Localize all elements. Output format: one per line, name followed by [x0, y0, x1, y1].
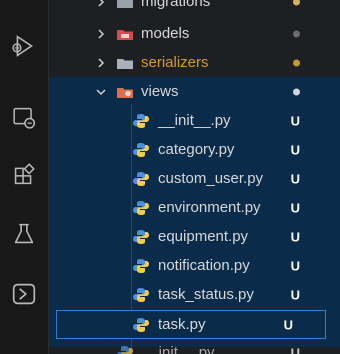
file-label: __init__.py — [158, 112, 231, 129]
tree-row-models[interactable]: models — [49, 19, 340, 48]
python-file-icon — [132, 316, 150, 334]
python-file-icon — [132, 170, 150, 188]
extensions-icon[interactable] — [0, 150, 48, 198]
git-status-badge: U — [290, 200, 300, 215]
folder-icon — [116, 56, 134, 70]
python-file-icon — [132, 286, 150, 304]
file-row-task-status[interactable]: task_status.py U — [49, 280, 340, 309]
git-status-badge: U — [290, 171, 300, 186]
file-label: task_status.py — [158, 286, 254, 303]
tree-row-serializers[interactable]: serializers — [49, 48, 340, 77]
git-status-badge: U — [290, 287, 300, 302]
git-status-badge: U — [290, 345, 300, 354]
file-row-environment[interactable]: environment.py U — [49, 193, 340, 222]
file-label: category.py — [158, 141, 235, 158]
views-folder-icon — [116, 85, 134, 99]
folder-label: migrations — [141, 0, 211, 10]
status-dot — [293, 59, 300, 66]
chevron-right-icon — [94, 56, 108, 70]
git-status-badge: U — [290, 142, 300, 157]
python-file-icon — [132, 199, 150, 217]
python-file-icon — [116, 344, 134, 354]
file-row-category[interactable]: category.py U — [49, 135, 340, 164]
chevron-down-icon — [94, 85, 108, 99]
git-status-badge: U — [283, 317, 293, 332]
tree-row-views[interactable]: views — [49, 77, 340, 106]
file-row-custom-user[interactable]: custom_user.py U — [49, 164, 340, 193]
status-dot — [293, 30, 300, 37]
remote-explorer-icon[interactable] — [0, 94, 48, 142]
folder-label: views — [141, 83, 179, 100]
chevron-right-icon — [94, 0, 108, 9]
folder-label: serializers — [141, 54, 209, 71]
vscode-sidebar-screenshot: migrations models serializers views __in… — [0, 0, 340, 354]
python-file-icon — [132, 257, 150, 275]
file-label: custom_user.py — [158, 170, 264, 187]
file-label: equipment.py — [158, 228, 249, 245]
terminal-icon[interactable] — [0, 270, 48, 318]
python-file-icon — [132, 141, 150, 159]
folder-icon — [116, 0, 134, 9]
file-row-init[interactable]: __init__.py U — [49, 106, 340, 135]
tree-row-migrations[interactable]: migrations — [49, 0, 340, 16]
file-row-equipment[interactable]: equipment.py U — [49, 222, 340, 251]
folder-label: models — [141, 25, 190, 42]
status-dot — [293, 0, 300, 5]
git-status-badge: U — [290, 113, 300, 128]
models-folder-icon — [116, 27, 134, 41]
python-file-icon — [132, 112, 150, 130]
git-status-badge: U — [290, 229, 300, 244]
file-row-notification[interactable]: notification.py U — [49, 251, 340, 280]
file-label: environment.py — [158, 199, 261, 216]
testing-icon[interactable] — [0, 210, 48, 258]
activity-bar — [0, 0, 49, 354]
file-label: task.py — [158, 316, 206, 333]
chevron-right-icon — [94, 27, 108, 41]
git-status-badge: U — [290, 258, 300, 273]
python-file-icon — [132, 228, 150, 246]
file-row-init-secondary[interactable]: __init__.py U — [49, 338, 340, 354]
status-dot — [293, 88, 300, 95]
file-label: __init__.py — [142, 344, 215, 354]
run-debug-icon[interactable] — [0, 22, 48, 70]
file-explorer: migrations models serializers views __in… — [49, 0, 340, 354]
file-row-task[interactable]: task.py U — [56, 310, 326, 339]
file-label: notification.py — [158, 257, 250, 274]
